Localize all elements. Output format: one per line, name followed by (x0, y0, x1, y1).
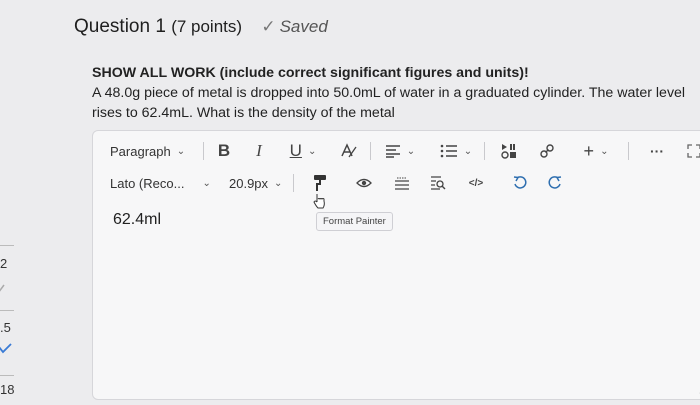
question-points: (7 points) (171, 17, 243, 36)
toolbar-row-1: Paragraph ⌄ B I U ⌄ ⌄ ⌄ + ⌄ ··· (93, 137, 700, 165)
code-view-button[interactable]: </> (465, 169, 487, 197)
code-icon: </> (468, 177, 484, 189)
prompt-text: A 48.0g piece of metal is dropped into 5… (92, 85, 686, 121)
font-family-select[interactable]: Lato (Reco... ⌄ (110, 169, 211, 197)
list-button[interactable]: ⌄ (436, 137, 476, 165)
fullscreen-button[interactable] (683, 137, 700, 165)
chevron-down-icon: ⌄ (406, 145, 416, 157)
media-button[interactable] (498, 137, 520, 165)
chevron-down-icon: ⌄ (600, 145, 609, 157)
highlight-button[interactable] (353, 169, 375, 197)
partial-check-icon (0, 284, 5, 292)
bold-button[interactable]: B (213, 137, 235, 165)
question-header: Question 1 (7 points) ✓ Saved (74, 16, 328, 38)
toolbar-divider (293, 174, 294, 192)
chevron-down-icon: ⌄ (274, 177, 283, 189)
nav-question-2[interactable]: 2 (0, 256, 20, 271)
chevron-down-icon: ⌄ (463, 145, 473, 157)
check-icon (0, 343, 12, 354)
link-icon (540, 144, 554, 158)
text-color-button[interactable] (336, 137, 362, 165)
nav-question-5[interactable]: .5 (0, 320, 20, 335)
nav-divider (0, 310, 14, 311)
editor-content[interactable]: 62.4ml (113, 211, 161, 229)
block-format-select[interactable]: Paragraph ⌄ (110, 137, 185, 165)
prompt-instructions: SHOW ALL WORK (include correct significa… (92, 65, 529, 81)
font-family-label: Lato (Reco... (110, 175, 185, 191)
bullet-list-icon (440, 144, 457, 158)
insert-button[interactable]: + ⌄ (578, 137, 614, 165)
find-replace-icon (431, 176, 446, 190)
underline-button[interactable]: U ⌄ (285, 137, 321, 165)
strikethrough-button[interactable] (391, 169, 413, 197)
chevron-down-icon: ⌄ (176, 145, 186, 157)
toolbar-divider (370, 142, 371, 160)
more-icon: ··· (650, 143, 664, 159)
question-navigator: 2 .5 18 (0, 0, 20, 405)
saved-check-icon: ✓ (261, 17, 276, 36)
redo-button[interactable] (544, 169, 566, 197)
format-painter-tooltip: Format Painter (316, 212, 393, 231)
media-icon (501, 144, 516, 159)
redo-icon (548, 176, 562, 189)
nav-question-18[interactable]: 18 (0, 382, 20, 397)
saved-label: Saved (279, 17, 328, 36)
font-size-label: 20.9px (229, 175, 269, 191)
nav-divider (0, 375, 14, 376)
question-prompt: SHOW ALL WORK (include correct significa… (92, 63, 700, 123)
toolbar-divider (628, 142, 629, 160)
more-options-button[interactable]: ··· (646, 137, 668, 165)
chevron-down-icon: ⌄ (307, 145, 317, 157)
hand-cursor-icon (313, 194, 325, 209)
block-format-label: Paragraph (110, 143, 171, 159)
font-size-select[interactable]: 20.9px ⌄ (229, 169, 282, 197)
underline-label: U (289, 141, 302, 160)
undo-icon (513, 176, 527, 189)
plus-icon: + (583, 140, 595, 161)
align-left-icon (385, 145, 400, 158)
toolbar-row-2: Lato (Reco... ⌄ 20.9px ⌄ </> (93, 169, 700, 197)
undo-button[interactable] (509, 169, 531, 197)
find-replace-button[interactable] (427, 169, 449, 197)
eye-icon (356, 178, 372, 188)
link-button[interactable] (536, 137, 558, 165)
fullscreen-icon (687, 144, 700, 158)
chevron-down-icon: ⌄ (202, 177, 211, 189)
rich-text-editor[interactable]: Paragraph ⌄ B I U ⌄ ⌄ ⌄ + ⌄ ··· Lato (Re… (92, 130, 700, 400)
paint-roller-icon (314, 175, 326, 191)
italic-button[interactable]: I (248, 137, 270, 165)
nav-divider (0, 245, 14, 246)
strikethrough-icon (395, 177, 409, 190)
text-color-icon (341, 143, 357, 158)
align-button[interactable]: ⌄ (380, 137, 420, 165)
toolbar-divider (484, 142, 485, 160)
toolbar-divider (203, 142, 204, 160)
saved-status: ✓ Saved (261, 17, 327, 36)
question-title: Question 1 (74, 16, 166, 37)
